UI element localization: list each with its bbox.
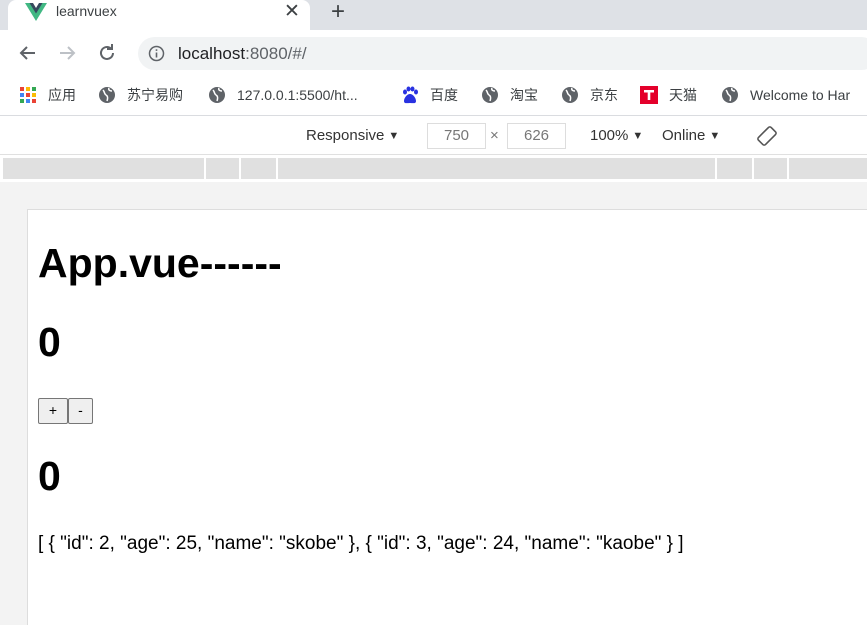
throttle-label: Online	[662, 127, 706, 144]
ruler-divider	[715, 158, 717, 179]
tmall-icon	[640, 86, 658, 104]
caret-down-icon: ▼	[388, 130, 400, 142]
bookmark-label: 京东	[590, 87, 618, 103]
reload-icon[interactable]	[96, 42, 118, 64]
baidu-paw-icon	[403, 86, 418, 104]
apps-grid-icon	[20, 87, 36, 103]
info-icon[interactable]	[148, 45, 165, 62]
bookmark-label: 127.0.0.1:5500/ht...	[237, 87, 358, 103]
url-text: localhost:8080/#/	[178, 44, 307, 64]
globe-icon	[99, 87, 115, 103]
tab-strip: learnvuex ✕ +	[0, 0, 867, 30]
ruler-divider	[239, 158, 241, 179]
bookmark-label: Welcome to Har	[750, 87, 851, 103]
device-select[interactable]: Responsive ▼	[306, 127, 399, 144]
close-icon[interactable]: ✕	[282, 0, 302, 23]
globe-icon	[722, 87, 738, 103]
bookmark-welcome[interactable]: Welcome to Har	[721, 85, 850, 105]
address-bar[interactable]: localhost:8080/#/	[138, 37, 867, 70]
bookmark-label: 天猫	[669, 87, 697, 103]
caret-down-icon: ▼	[632, 130, 644, 142]
globe-icon	[482, 87, 498, 103]
device-label: Responsive	[306, 127, 385, 144]
width-input[interactable]: 750	[427, 123, 486, 149]
rotate-icon[interactable]	[756, 125, 778, 147]
bookmark-localhost[interactable]: 127.0.0.1:5500/ht...	[208, 85, 358, 105]
new-tab-icon[interactable]: +	[327, 0, 349, 26]
counter-value-secondary: 0	[38, 453, 61, 499]
bookmark-suning[interactable]: 苏宁易购	[98, 85, 183, 105]
students-json: [ { "id": 2, "age": 25, "name": "skobe" …	[38, 533, 684, 554]
zoom-select[interactable]: 100% ▼	[590, 127, 643, 144]
ruler-divider	[752, 158, 754, 179]
bookmark-baidu[interactable]: 百度	[401, 85, 458, 105]
decrement-button[interactable]: -	[68, 398, 93, 424]
browser-toolbar: localhost:8080/#/	[0, 30, 867, 76]
bookmarks-bar: 应用 苏宁易购 127.0.0.1:5500/ht... 百度 淘宝 京东 天猫…	[0, 76, 867, 116]
bookmark-jd[interactable]: 京东	[561, 85, 618, 105]
ruler-divider	[787, 158, 789, 179]
ruler-divider	[204, 158, 206, 179]
caret-down-icon: ▼	[709, 130, 721, 142]
bookmark-taobao[interactable]: 淘宝	[481, 85, 538, 105]
zoom-label: 100%	[590, 127, 629, 144]
bookmark-apps[interactable]: 应用	[19, 85, 76, 105]
device-toolbar: Responsive ▼ 750 × 626 100% ▼ Online ▼	[0, 117, 867, 155]
tab-learnvuex[interactable]: learnvuex ✕	[8, 0, 310, 30]
media-query-track[interactable]	[3, 158, 867, 179]
media-query-bar[interactable]	[0, 155, 867, 182]
dimension-separator: ×	[490, 127, 499, 144]
height-input[interactable]: 626	[507, 123, 566, 149]
app-heading: App.vue------	[38, 240, 282, 286]
globe-icon	[562, 87, 578, 103]
url-path: :8080/#/	[245, 44, 307, 63]
forward-arrow-icon[interactable]	[56, 42, 78, 64]
url-host: localhost	[178, 44, 246, 63]
increment-button[interactable]: +	[38, 398, 68, 424]
bookmark-label: 百度	[430, 87, 458, 103]
tab-title: learnvuex	[56, 3, 117, 19]
throttle-select[interactable]: Online ▼	[662, 127, 720, 144]
globe-icon	[209, 87, 225, 103]
back-arrow-icon[interactable]	[17, 42, 39, 64]
bookmark-tmall[interactable]: 天猫	[640, 85, 697, 105]
bookmark-label: 应用	[48, 87, 76, 103]
counter-value: 0	[38, 319, 61, 365]
bookmark-label: 淘宝	[510, 87, 538, 103]
vue-logo-icon	[25, 3, 47, 21]
bookmark-label: 苏宁易购	[127, 87, 183, 103]
ruler-divider	[276, 158, 278, 179]
